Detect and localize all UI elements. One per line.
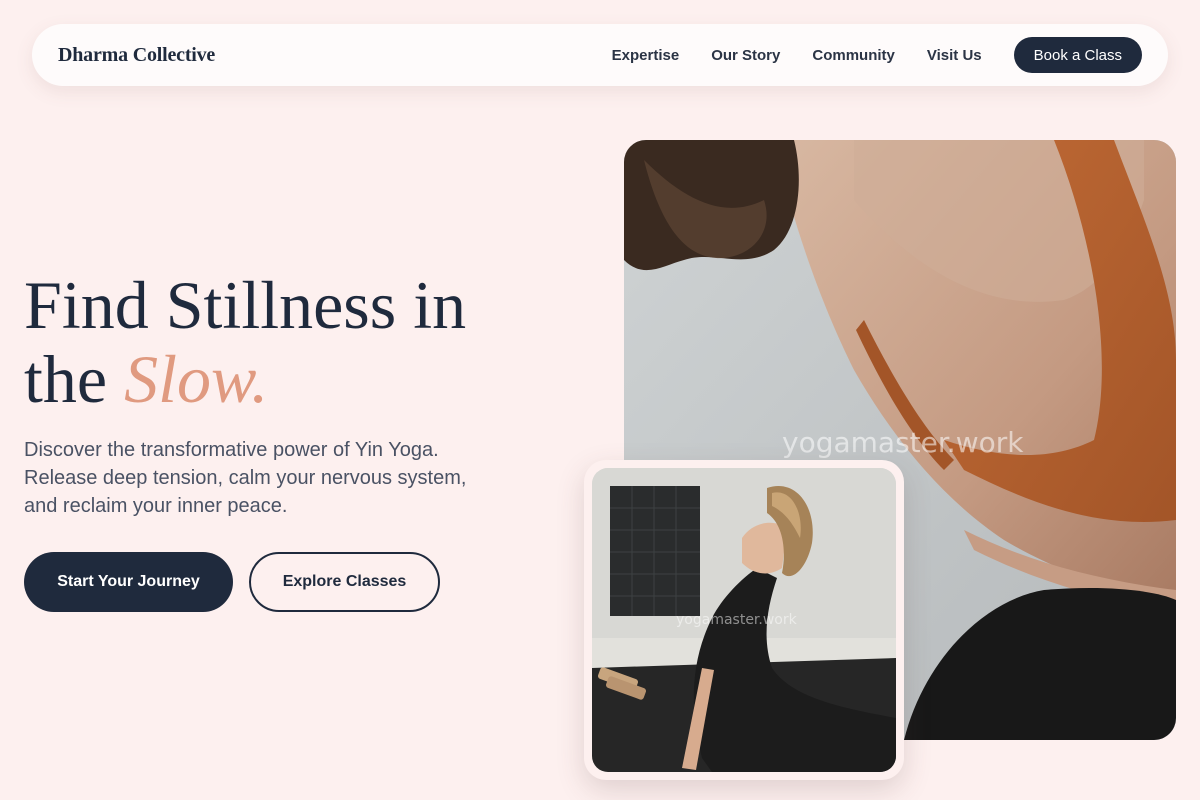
hero-subtitle: Discover the transformative power of Yin… [24,439,467,517]
yoga-cobra-image [592,468,896,772]
secondary-photo-frame [584,460,904,780]
landing-page: Dharma Collective Expertise Our Story Co… [0,0,1200,800]
hero-title-line2-prefix: the [24,341,125,417]
nav-link-our-story[interactable]: Our Story [711,47,780,64]
start-journey-button[interactable]: Start Your Journey [24,552,233,612]
explore-classes-button[interactable]: Explore Classes [249,552,440,612]
nav-link-visit-us[interactable]: Visit Us [927,47,982,64]
nav-links: Expertise Our Story Community Visit Us B… [612,37,1142,73]
hero-title-accent: Slow. [124,341,269,417]
nav-link-community[interactable]: Community [812,47,895,64]
book-class-button[interactable]: Book a Class [1013,37,1142,73]
secondary-photo [592,468,896,772]
nav-link-expertise[interactable]: Expertise [612,47,680,64]
top-nav: Dharma Collective Expertise Our Story Co… [32,24,1168,86]
brand-logo[interactable]: Dharma Collective [58,44,215,67]
hero-title-line1: Find Stillness in [24,267,467,343]
hero-title: Find Stillness in the Slow. [24,268,584,416]
